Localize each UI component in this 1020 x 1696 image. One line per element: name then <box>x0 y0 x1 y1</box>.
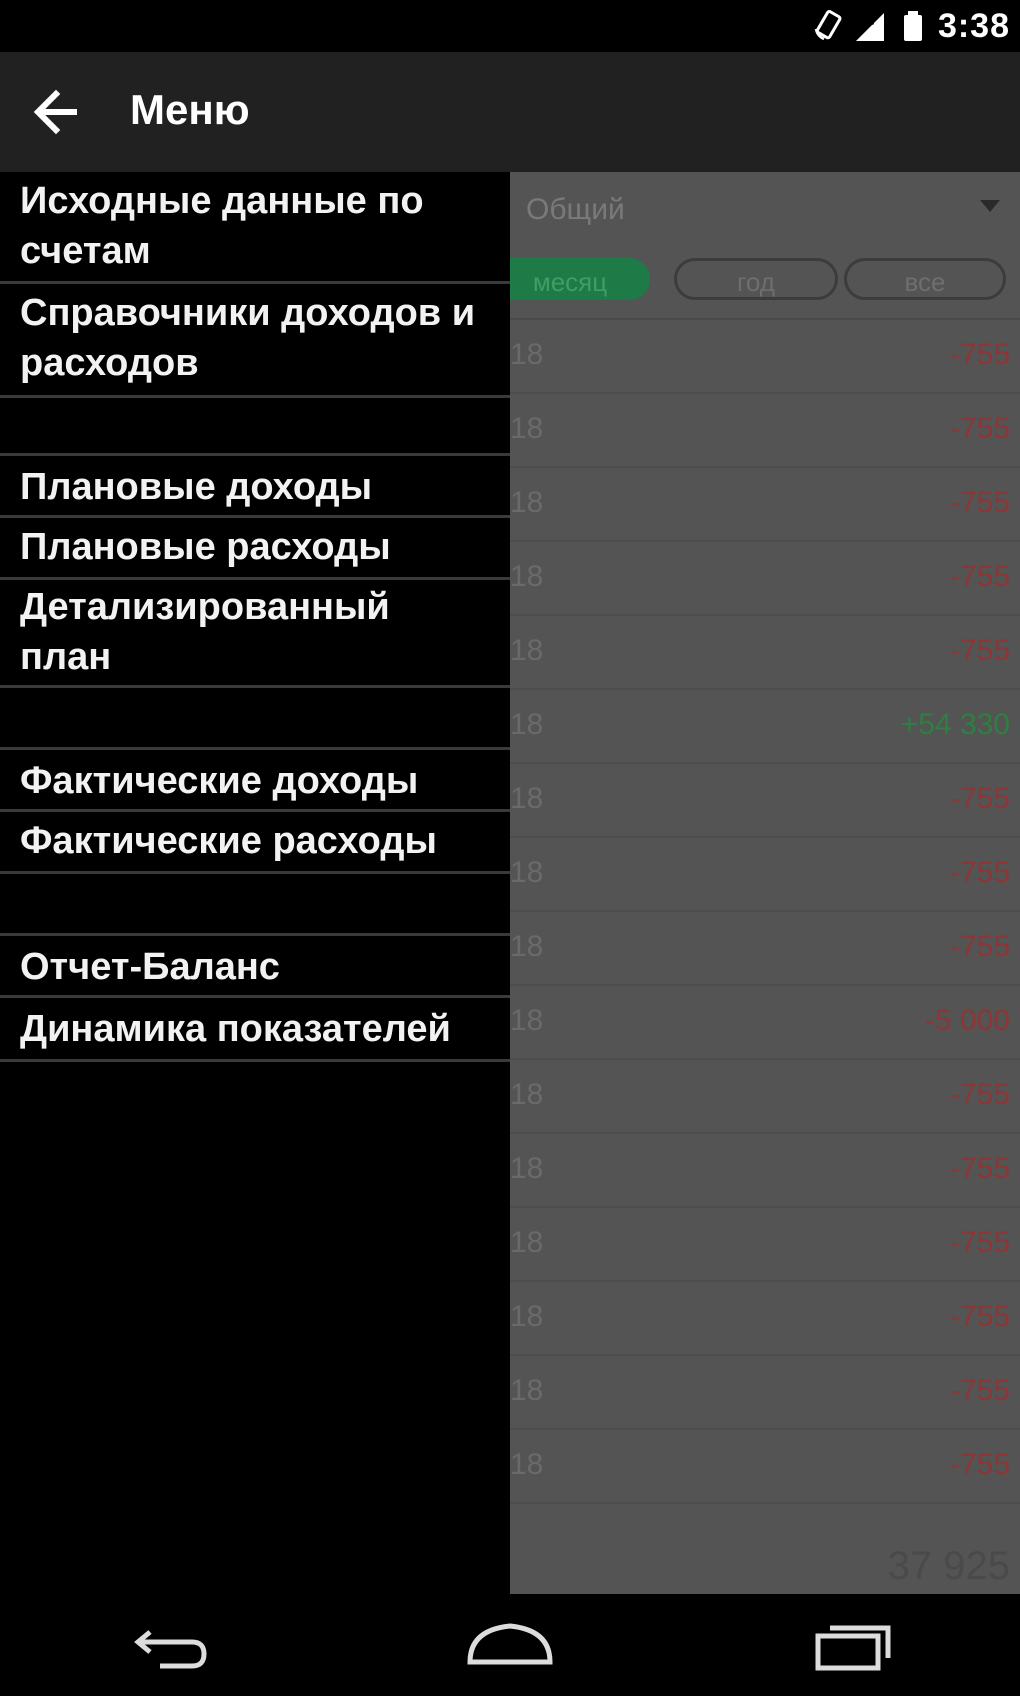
transaction-row: 18 -5 000 <box>510 986 1020 1060</box>
drawer-item-label: Плановые расходы <box>20 526 391 568</box>
navigation-drawer: Исходные данные по счетам Справочники до… <box>0 172 510 1594</box>
transaction-row: 18 -755 <box>510 394 1020 468</box>
transaction-row: 18 -755 <box>510 912 1020 986</box>
transaction-date: 18 <box>510 634 544 667</box>
transaction-date: 18 <box>510 338 544 371</box>
drawer-item-label: Динамика показателей <box>20 1008 451 1050</box>
page-title: Меню <box>130 86 250 133</box>
transaction-row: 18 +54 330 <box>510 690 1020 764</box>
transaction-amount: -755 <box>949 1152 1010 1185</box>
transaction-amount: -755 <box>949 634 1010 667</box>
transaction-date: 18 <box>510 930 544 963</box>
transaction-date: 18 <box>510 1152 544 1185</box>
transaction-amount: -755 <box>949 1078 1010 1111</box>
drawer-item-account-data[interactable]: Исходные данные по счетам <box>0 172 510 284</box>
transaction-amount: -755 <box>949 1226 1010 1259</box>
system-nav-bar <box>0 1594 1020 1696</box>
transaction-amount: -755 <box>949 412 1010 445</box>
transaction-row: 18 -755 <box>510 1134 1020 1208</box>
status-bar: 4G 3:38 <box>0 0 1020 52</box>
total-balance: 37 925 <box>887 1544 1010 1588</box>
transaction-date: 18 <box>510 412 544 445</box>
drawer-item-label: Фактические доходы <box>20 760 419 802</box>
transaction-date: 18 <box>510 1374 544 1407</box>
transaction-row: 18 -755 <box>510 468 1020 542</box>
background-screen: Общий месяц год все 18 -755 18 -755 18 -755 18… <box>510 172 1020 1594</box>
drawer-item-planned-income[interactable]: Плановые доходы <box>0 456 510 518</box>
drawer-item-label: Детализированный план <box>20 586 390 678</box>
transaction-date: 18 <box>510 856 544 889</box>
drawer-spacer <box>0 874 510 936</box>
dropdown-arrow-icon <box>980 200 1000 212</box>
transaction-date: 18 <box>510 782 544 815</box>
account-select: Общий <box>526 193 625 226</box>
transaction-date: 18 <box>510 560 544 593</box>
back-icon[interactable] <box>120 1608 220 1682</box>
transaction-row: 18 -755 <box>510 1356 1020 1430</box>
status-time: 3:38 <box>937 6 1010 45</box>
transaction-date: 18 <box>510 486 544 519</box>
drawer-item-label: Справочники доходов и расходов <box>20 292 476 384</box>
transaction-amount: -755 <box>949 1448 1010 1481</box>
drawer-item-indicators-dynamics[interactable]: Динамика показателей <box>0 998 510 1062</box>
transaction-date: 18 <box>510 1300 544 1333</box>
action-bar: Меню <box>0 52 1020 172</box>
transaction-row: 18 -755 <box>510 764 1020 838</box>
drawer-item-actual-expenses[interactable]: Фактические расходы <box>0 812 510 874</box>
drawer-spacer <box>0 398 510 456</box>
drawer-item-label: Исходные данные по счетам <box>20 180 424 272</box>
transaction-amount: -755 <box>949 782 1010 815</box>
drawer-item-label: Фактические расходы <box>20 820 437 862</box>
transaction-row: 18 -755 <box>510 616 1020 690</box>
status-icons: 4G 3:38 <box>812 6 1010 46</box>
transaction-amount: -755 <box>949 930 1010 963</box>
drawer-item-balance-report[interactable]: Отчет-Баланс <box>0 936 510 998</box>
home-icon[interactable] <box>460 1608 560 1682</box>
transaction-date: 18 <box>510 1078 544 1111</box>
drawer-spacer <box>0 688 510 750</box>
transaction-amount: -755 <box>949 1374 1010 1407</box>
transaction-amount: -755 <box>949 1300 1010 1333</box>
svg-text:4G: 4G <box>858 15 875 28</box>
transaction-amount: +54 330 <box>900 708 1010 741</box>
period-tab-month: месяц <box>510 258 650 300</box>
drawer-item-detailed-plan[interactable]: Детализированный план <box>0 580 510 688</box>
drawer-item-actual-income[interactable]: Фактические доходы <box>0 750 510 812</box>
drawer-item-planned-expenses[interactable]: Плановые расходы <box>0 518 510 580</box>
drawer-item-label: Отчет-Баланс <box>20 946 280 988</box>
transaction-row: 18 -755 <box>510 838 1020 912</box>
transaction-date: 18 <box>510 1448 544 1481</box>
transaction-row: 18 -755 <box>510 320 1020 394</box>
screen-rotate-icon <box>814 9 842 41</box>
signal-icon: 4G <box>855 13 884 41</box>
battery-icon <box>903 11 922 41</box>
period-tab-year: год <box>674 258 838 300</box>
back-arrow-icon[interactable] <box>28 82 88 142</box>
transaction-amount: -755 <box>949 560 1010 593</box>
transaction-row: 18 -755 <box>510 1060 1020 1134</box>
period-tab-all: все <box>844 258 1006 300</box>
transaction-row: 18 -755 <box>510 1208 1020 1282</box>
drawer-item-reference-books[interactable]: Справочники доходов и расходов <box>0 284 510 398</box>
transaction-date: 18 <box>510 1004 544 1037</box>
transaction-date: 18 <box>510 708 544 741</box>
transaction-row: 18 -755 <box>510 1282 1020 1356</box>
recent-apps-icon[interactable] <box>800 1608 900 1682</box>
transaction-row: 18 -755 <box>510 1430 1020 1504</box>
transaction-row: 18 -755 <box>510 542 1020 616</box>
transaction-amount: -755 <box>949 338 1010 371</box>
transaction-date: 18 <box>510 1226 544 1259</box>
transaction-amount: -755 <box>949 486 1010 519</box>
transaction-amount: -755 <box>949 856 1010 889</box>
transaction-amount: -5 000 <box>924 1004 1010 1037</box>
drawer-item-label: Плановые доходы <box>20 466 373 508</box>
